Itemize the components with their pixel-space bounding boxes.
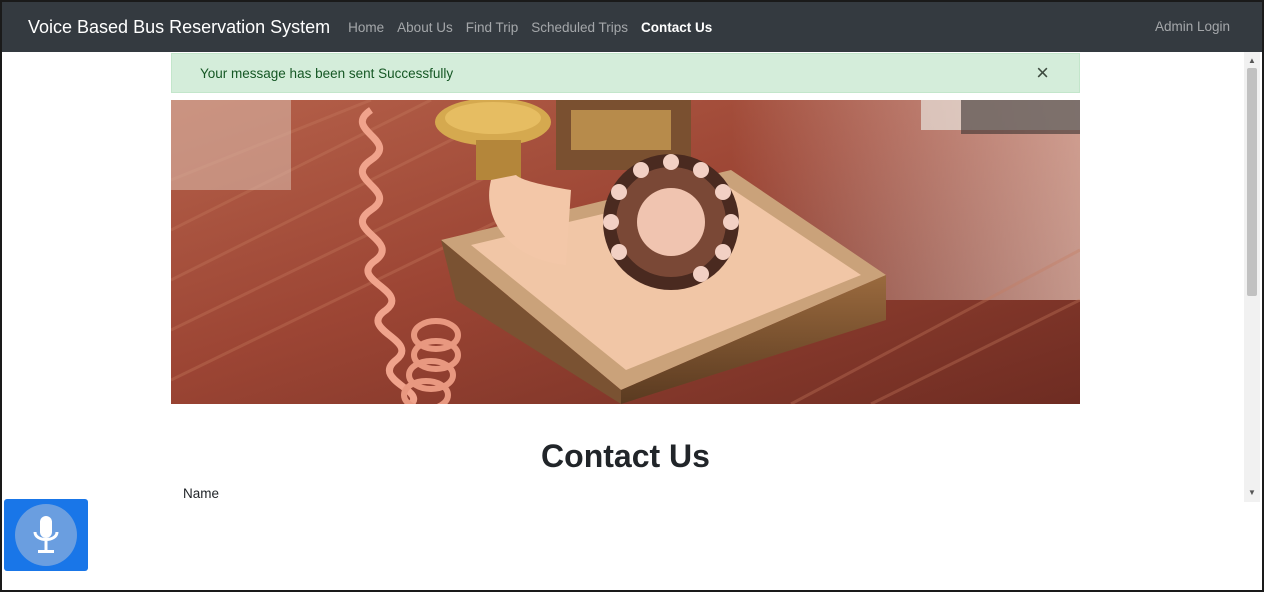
success-alert: Your message has been sent Successfully … bbox=[171, 53, 1080, 93]
navbar: Voice Based Bus Reservation System Home … bbox=[2, 2, 1262, 52]
nav-scheduled-trips[interactable]: Scheduled Trips bbox=[531, 20, 628, 35]
brand-link[interactable]: Voice Based Bus Reservation System bbox=[28, 17, 330, 38]
scroll-down-arrow-icon[interactable]: ▼ bbox=[1244, 486, 1260, 500]
nav-about-us[interactable]: About Us bbox=[397, 20, 453, 35]
voice-input-button[interactable] bbox=[4, 499, 88, 571]
nav-find-trip[interactable]: Find Trip bbox=[466, 20, 519, 35]
name-field-label: Name bbox=[183, 486, 220, 501]
microphone-icon bbox=[15, 504, 77, 566]
scroll-up-arrow-icon[interactable]: ▲ bbox=[1244, 54, 1260, 68]
nav-home[interactable]: Home bbox=[348, 20, 384, 35]
hero-image bbox=[171, 100, 1080, 404]
close-icon[interactable]: × bbox=[1036, 62, 1049, 84]
nav-contact-us[interactable]: Contact Us bbox=[641, 20, 712, 35]
page-content: Your message has been sent Successfully … bbox=[2, 52, 1246, 590]
page-title: Contact Us bbox=[541, 438, 710, 474]
scrollbar-thumb[interactable] bbox=[1247, 68, 1257, 296]
admin-login-link[interactable]: Admin Login bbox=[1155, 19, 1230, 34]
alert-message: Your message has been sent Successfully bbox=[200, 65, 454, 81]
browser-frame: Voice Based Bus Reservation System Home … bbox=[0, 0, 1264, 592]
rotary-telephone-photo bbox=[171, 100, 1080, 404]
vertical-scrollbar[interactable]: ▲ ▼ bbox=[1244, 52, 1260, 502]
